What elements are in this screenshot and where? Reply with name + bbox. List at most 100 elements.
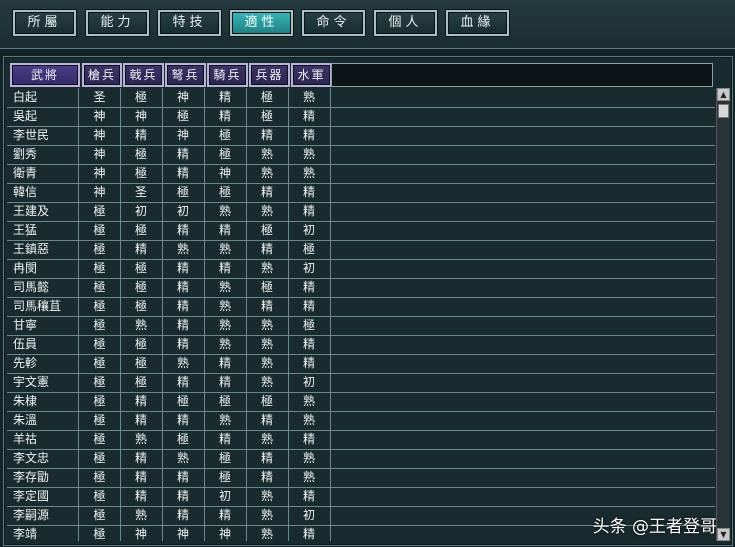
aptitude-cell: 極: [79, 373, 121, 392]
aptitude-cell: 精: [288, 126, 331, 145]
general-name-cell: 白起: [7, 88, 79, 107]
aptitude-cell: 精: [120, 468, 163, 487]
aptitude-cell: 極: [120, 373, 163, 392]
aptitude-cell: 極: [288, 316, 331, 335]
general-name-cell: 伍員: [7, 335, 79, 354]
tab-1[interactable]: 能力: [86, 10, 149, 36]
general-name-cell: 李世民: [7, 126, 79, 145]
table-row[interactable]: 宇文憲極極精精熟初: [7, 373, 715, 393]
aptitude-cell: 熟: [246, 373, 289, 392]
aptitude-cell: 精: [246, 297, 289, 316]
table-row[interactable]: 劉秀神極精極熟熟: [7, 145, 715, 165]
column-header-2[interactable]: 戟兵: [123, 63, 164, 87]
aptitude-cell: 神: [204, 525, 247, 541]
table-row[interactable]: 吳起神神極精極精: [7, 107, 715, 127]
aptitude-cell: 神: [162, 525, 205, 541]
aptitude-cell: 精: [288, 525, 331, 541]
table-row[interactable]: 衛青神極精神熟熟: [7, 164, 715, 184]
aptitude-cell: 極: [246, 88, 289, 107]
general-name-cell: 韓信: [7, 183, 79, 202]
general-name-cell: 司馬穰苴: [7, 297, 79, 316]
column-header-4[interactable]: 騎兵: [207, 63, 248, 87]
scroll-up-button[interactable]: ▲: [717, 88, 730, 101]
table-row[interactable]: 朱溫極精精熟精熟: [7, 411, 715, 431]
table-row[interactable]: 李定國極精精初熟精: [7, 487, 715, 507]
table-row[interactable]: 白起圣極神精極熟: [7, 88, 715, 108]
aptitude-cell: 極: [162, 430, 205, 449]
column-header-0[interactable]: 武將: [10, 63, 80, 87]
general-name-cell: 王猛: [7, 221, 79, 240]
aptitude-cell: 精: [204, 107, 247, 126]
aptitude-cell: 極: [246, 107, 289, 126]
table-row[interactable]: 王建及極初初熟熟精: [7, 202, 715, 222]
general-name-cell: 甘寧: [7, 316, 79, 335]
aptitude-cell: 精: [288, 335, 331, 354]
aptitude-cell: 極: [79, 316, 121, 335]
aptitude-cell: 熟: [246, 145, 289, 164]
aptitude-cell: 熟: [204, 278, 247, 297]
aptitude-cell: 精: [162, 297, 205, 316]
aptitude-cell: 極: [79, 297, 121, 316]
aptitude-cell: 熟: [246, 259, 289, 278]
aptitude-cell: 精: [246, 449, 289, 468]
table-row[interactable]: 李世民神精神極精精: [7, 126, 715, 146]
table-row[interactable]: 李存勖極精精極精熟: [7, 468, 715, 488]
aptitude-cell: 極: [79, 335, 121, 354]
aptitude-cell: 極: [120, 259, 163, 278]
aptitude-cell: 精: [288, 202, 331, 221]
aptitude-cell: 極: [120, 145, 163, 164]
table-row[interactable]: 甘寧極熟精熟熟極: [7, 316, 715, 336]
aptitude-cell: 極: [79, 411, 121, 430]
aptitude-cell: 極: [79, 430, 121, 449]
aptitude-cell: 精: [288, 183, 331, 202]
table-row[interactable]: 王鎮惡極精熟熟精極: [7, 240, 715, 260]
aptitude-cell: 神: [162, 126, 205, 145]
aptitude-cell: 精: [162, 259, 205, 278]
column-header-3[interactable]: 弩兵: [165, 63, 206, 87]
column-header-1[interactable]: 槍兵: [82, 63, 122, 87]
tab-2[interactable]: 特技: [158, 10, 221, 36]
aptitude-cell: 初: [120, 202, 163, 221]
table-row[interactable]: 先軫極極熟精熟精: [7, 354, 715, 374]
scroll-down-button[interactable]: ▼: [717, 528, 730, 541]
aptitude-cell: 熟: [288, 449, 331, 468]
table-row[interactable]: 王猛極極精精極初: [7, 221, 715, 241]
aptitude-cell: 熟: [288, 88, 331, 107]
aptitude-table-panel: 武將 槍兵 戟兵 弩兵 騎兵 兵器 水軍 白起圣極神精極熟吳起神神極精極精李世民神精神極精精…: [3, 56, 733, 546]
vertical-scrollbar[interactable]: ▲ ▼: [716, 88, 730, 541]
aptitude-cell: 熟: [288, 164, 331, 183]
tab-3[interactable]: 適性: [230, 10, 293, 36]
aptitude-cell: 熟: [162, 354, 205, 373]
aptitude-cell: 極: [204, 392, 247, 411]
aptitude-cell: 熟: [204, 316, 247, 335]
table-row[interactable]: 司馬穰苴極極精熟精精: [7, 297, 715, 317]
tab-0[interactable]: 所屬: [13, 10, 76, 36]
aptitude-cell: 極: [120, 164, 163, 183]
table-row[interactable]: 李文忠極精熟極精熟: [7, 449, 715, 469]
aptitude-cell: 熟: [120, 430, 163, 449]
aptitude-cell: 精: [162, 316, 205, 335]
column-header-6[interactable]: 水軍: [291, 63, 332, 87]
table-row[interactable]: 司馬懿極極精熟極精: [7, 278, 715, 298]
aptitude-cell: 熟: [288, 145, 331, 164]
aptitude-cell: 熟: [204, 240, 247, 259]
aptitude-cell: 精: [246, 411, 289, 430]
table-row[interactable]: 羊祜極熟極精熟精: [7, 430, 715, 450]
table-row[interactable]: 韓信神圣極極精精: [7, 183, 715, 203]
scroll-thumb[interactable]: [718, 104, 729, 118]
aptitude-cell: 熟: [246, 487, 289, 506]
tab-4[interactable]: 命令: [302, 10, 365, 36]
tab-5[interactable]: 個人: [374, 10, 437, 36]
top-menu-bar: 所屬 能力 特技 適性 命令 個人 血緣: [0, 0, 735, 49]
table-row[interactable]: 伍員極極精熟熟精: [7, 335, 715, 355]
aptitude-cell: 精: [288, 487, 331, 506]
aptitude-cell: 熟: [246, 202, 289, 221]
aptitude-cell: 極: [162, 392, 205, 411]
table-row[interactable]: 朱棣極精極極極熟: [7, 392, 715, 412]
table-row[interactable]: 冉閔極極精精熟初: [7, 259, 715, 279]
general-aptitude-table: 白起圣極神精極熟吳起神神極精極精李世民神精神極精精劉秀神極精極熟熟衛青神極精神熟…: [7, 88, 715, 541]
tab-6[interactable]: 血緣: [446, 10, 509, 36]
column-header-5[interactable]: 兵器: [249, 63, 290, 87]
aptitude-cell: 精: [120, 449, 163, 468]
aptitude-cell: 精: [204, 373, 247, 392]
